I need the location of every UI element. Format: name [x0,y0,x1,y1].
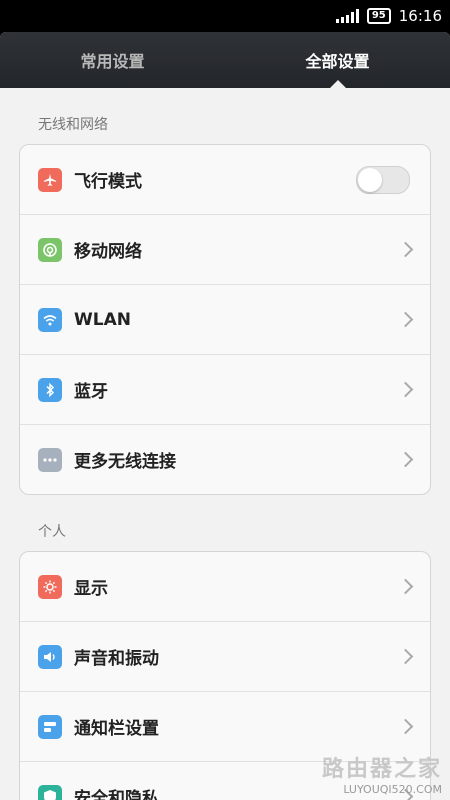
chevron-right-icon [397,311,414,328]
chevron-right-icon [397,718,414,735]
chevron-right-icon [397,381,414,398]
settings-item-airplane-mode[interactable]: 飞行模式 [20,145,430,215]
settings-item-display[interactable]: 显示 [20,552,430,622]
airplane-mode-toggle[interactable] [356,165,410,194]
more-icon [38,447,62,472]
toggle-knob [358,167,382,192]
status-bar: 95 16:16 [0,0,450,32]
settings-item-label: 声音和振动 [74,649,159,669]
tab-common-settings[interactable]: 常用设置 [0,32,225,88]
signal-icon [335,9,359,23]
settings-item-label: 通知栏设置 [74,719,159,739]
clock: 16:16 [398,7,442,25]
bluetooth-icon [38,377,62,402]
section-title-personal: 个人 [38,524,66,540]
status-indicators: 95 16:16 [335,0,442,32]
settings-group-wireless: 飞行模式 移动网络 WLAN 蓝牙 更多无线连接 [19,144,431,495]
settings-item-wlan[interactable]: WLAN [20,285,430,355]
settings-app: 常用设置 全部设置 无线和网络 飞行模式 移动网络 WLAN 蓝牙 更多无线连接… [0,32,450,800]
settings-item-label: 飞行模式 [74,172,142,192]
chevron-right-icon [397,578,414,595]
settings-item-label: WLAN [74,309,131,330]
active-tab-indicator [330,80,346,88]
wifi-icon [38,307,62,332]
battery-icon: 95 [366,8,391,24]
settings-item-bluetooth[interactable]: 蓝牙 [20,355,430,425]
chevron-right-icon [397,451,414,468]
settings-item-label: 蓝牙 [74,382,108,402]
section-title-wireless: 无线和网络 [38,117,108,133]
security-icon [38,784,62,800]
airplane-icon [38,167,62,192]
display-icon [38,574,62,599]
sound-icon [38,644,62,669]
settings-item-label: 移动网络 [74,242,142,262]
settings-item-mobile-network[interactable]: 移动网络 [20,215,430,285]
notification-bar-icon [38,714,62,739]
settings-item-more-wireless[interactable]: 更多无线连接 [20,425,430,494]
tab-bar: 常用设置 全部设置 [0,32,450,88]
watermark-site: LUYOUQI520.COM [343,783,442,796]
settings-item-sound-vibration[interactable]: 声音和振动 [20,622,430,692]
watermark-text: 路由器之家 [321,757,442,782]
chevron-right-icon [397,241,414,258]
mobile-network-icon [38,237,62,262]
settings-item-label: 更多无线连接 [74,452,176,472]
chevron-right-icon [397,648,414,665]
watermark: 路由器之家 LUYOUQI520.COM [322,751,442,796]
settings-item-label: 显示 [74,579,108,599]
